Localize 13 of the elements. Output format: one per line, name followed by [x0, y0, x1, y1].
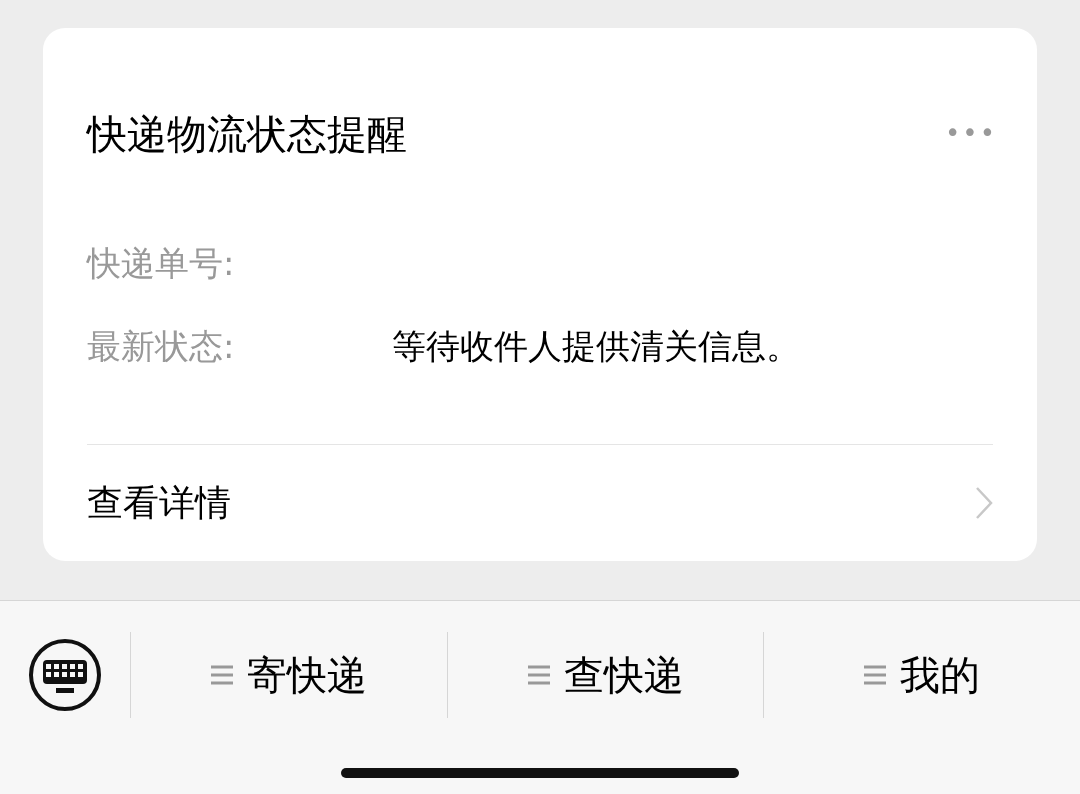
- menu-icon: [864, 665, 887, 685]
- card-title: 快递物流状态提醒: [87, 109, 407, 159]
- menu-icon: [527, 665, 550, 685]
- field-value: 等待收件人提供清关信息。: [392, 325, 800, 369]
- details-link[interactable]: 查看详情: [87, 476, 231, 531]
- menu-icon: [210, 665, 233, 685]
- field-label: 快递单号:: [87, 241, 236, 285]
- keyboard-icon[interactable]: [28, 638, 102, 712]
- field-label: 最新状态:: [87, 325, 236, 369]
- chevron-right-icon: [975, 486, 993, 521]
- menu-button[interactable]: 查快递: [527, 645, 684, 705]
- menu-button[interactable]: 我的: [864, 645, 981, 705]
- menu-button[interactable]: 寄快递: [210, 645, 367, 705]
